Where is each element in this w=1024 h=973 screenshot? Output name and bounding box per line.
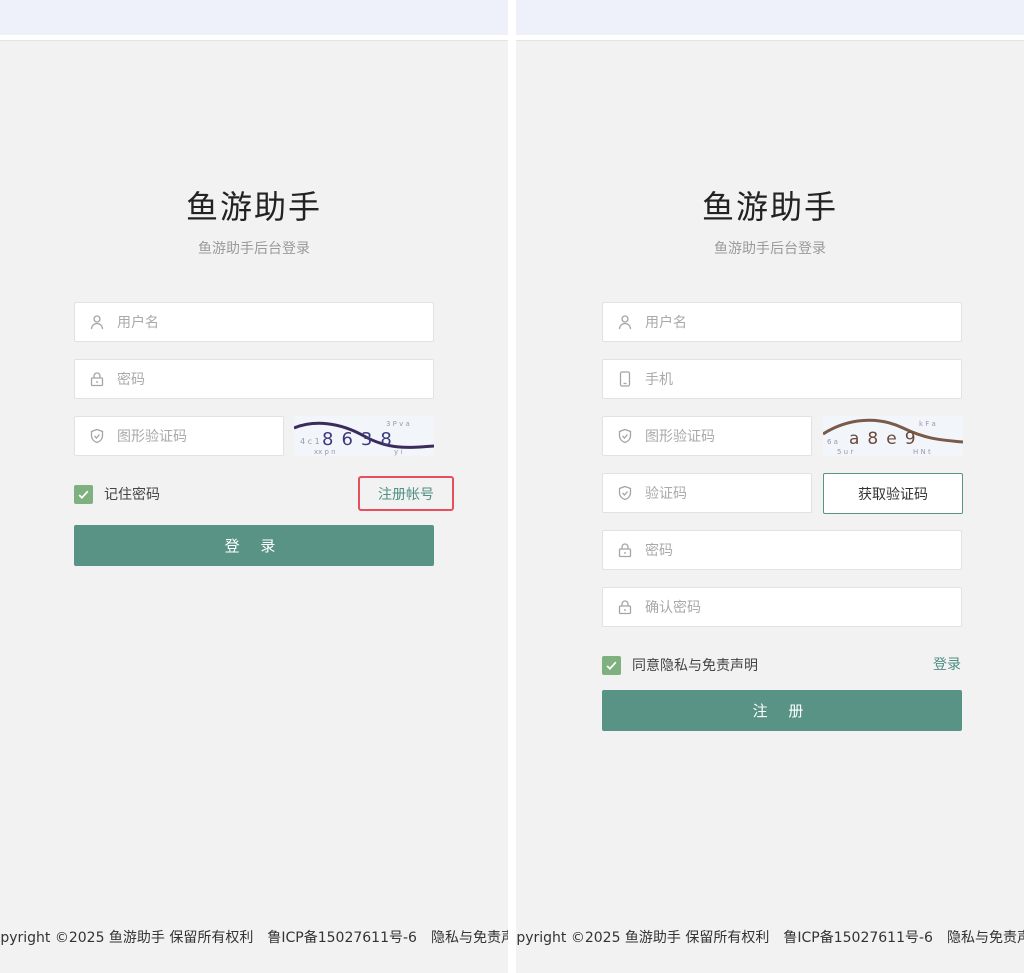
check-icon — [606, 661, 617, 670]
svg-text:5 u r: 5 u r — [837, 448, 853, 456]
page-subtitle: 鱼游助手后台登录 — [714, 241, 826, 257]
remember-checkbox[interactable] — [74, 484, 93, 504]
svg-text:k F a: k F a — [919, 420, 936, 428]
top-bar — [516, 0, 1024, 35]
captcha-image[interactable]: 4 c 1 xx p n 3 P v a y i 8638 — [294, 416, 434, 456]
footer-privacy[interactable]: 隐私与免责声明 — [947, 927, 1024, 947]
footer-privacy[interactable]: 隐私与免责声明 — [431, 927, 508, 947]
sms-code-input[interactable]: 验证码 — [602, 473, 812, 513]
lock-icon — [617, 542, 633, 558]
shield-icon — [617, 485, 633, 501]
username-placeholder: 用户名 — [645, 315, 687, 331]
phone-placeholder: 手机 — [645, 372, 673, 388]
login-panel: 鱼游助手 鱼游助手后台登录 用户名 密码 图形验证码 4 c 1 xx p n … — [0, 0, 508, 973]
register-link[interactable]: 注册帐号 — [378, 484, 434, 504]
captcha-text: a8e9 — [849, 429, 924, 449]
password-input[interactable]: 密码 — [602, 530, 962, 570]
user-icon — [89, 314, 105, 330]
register-panel: 鱼游助手 鱼游助手后台登录 用户名 手机 图形验证码 6 a 5 u r k F… — [516, 0, 1024, 973]
sms-code-placeholder: 验证码 — [645, 486, 687, 502]
username-input[interactable]: 用户名 — [602, 302, 962, 342]
remember-label: 记住密码 — [104, 487, 160, 503]
captcha-graphic: 4 c 1 xx p n 3 P v a y i 8638 — [294, 420, 434, 456]
password-input[interactable]: 密码 — [74, 359, 434, 399]
svg-text:3 P v a: 3 P v a — [386, 420, 410, 428]
footer: Copyright ©2025 鱼游助手 保留所有权利 鲁ICP备1502761… — [0, 927, 508, 947]
phone-input[interactable]: 手机 — [602, 359, 962, 399]
password-placeholder: 密码 — [645, 543, 673, 559]
agree-label: 同意隐私与免责声明 — [632, 658, 758, 674]
captcha-placeholder: 图形验证码 — [117, 429, 187, 445]
register-link-highlight[interactable]: 注册帐号 — [358, 476, 454, 511]
footer: Copyright ©2025 鱼游助手 保留所有权利 鲁ICP备1502761… — [516, 927, 1024, 947]
captcha-input[interactable]: 图形验证码 — [602, 416, 812, 456]
page-subtitle: 鱼游助手后台登录 — [198, 241, 310, 257]
user-icon — [617, 314, 633, 330]
agree-checkbox[interactable] — [602, 655, 621, 675]
page-title: 鱼游助手 — [185, 188, 322, 226]
svg-text:4 c 1: 4 c 1 — [300, 437, 320, 446]
top-divider — [516, 35, 1024, 41]
svg-text:H N t: H N t — [913, 448, 931, 456]
footer-copyright: Copyright ©2025 鱼游助手 保留所有权利 — [516, 930, 770, 946]
lock-icon — [89, 371, 105, 387]
agree-terms[interactable]: 同意隐私与免责声明 — [602, 655, 758, 675]
lock-icon — [617, 599, 633, 615]
username-input[interactable]: 用户名 — [74, 302, 434, 342]
footer-copyright: Copyright ©2025 鱼游助手 保留所有权利 — [0, 930, 254, 946]
shield-icon — [89, 428, 105, 444]
captcha-image[interactable]: 6 a 5 u r k F a H N t a8e9 — [823, 416, 963, 456]
top-bar — [0, 0, 508, 35]
login-link[interactable]: 登录 — [933, 654, 961, 674]
captcha-graphic: 6 a 5 u r k F a H N t a8e9 — [823, 418, 963, 456]
page-title: 鱼游助手 — [701, 188, 838, 226]
password-placeholder: 密码 — [117, 372, 145, 388]
footer-icp[interactable]: 鲁ICP备15027611号-6 — [783, 927, 933, 947]
svg-text:6 a: 6 a — [827, 438, 838, 446]
top-divider — [0, 35, 508, 41]
confirm-password-placeholder: 确认密码 — [645, 600, 701, 616]
shield-icon — [617, 428, 633, 444]
register-button[interactable]: 注 册 — [602, 690, 962, 731]
username-placeholder: 用户名 — [117, 315, 159, 331]
captcha-text: 8638 — [322, 429, 400, 450]
phone-icon — [617, 371, 633, 387]
captcha-placeholder: 图形验证码 — [645, 429, 715, 445]
captcha-input[interactable]: 图形验证码 — [74, 416, 284, 456]
remember-password[interactable]: 记住密码 — [74, 484, 160, 504]
check-icon — [78, 490, 89, 499]
login-button[interactable]: 登 录 — [74, 525, 434, 566]
confirm-password-input[interactable]: 确认密码 — [602, 587, 962, 627]
get-code-button[interactable]: 获取验证码 — [823, 473, 963, 514]
footer-icp[interactable]: 鲁ICP备15027611号-6 — [267, 927, 417, 947]
